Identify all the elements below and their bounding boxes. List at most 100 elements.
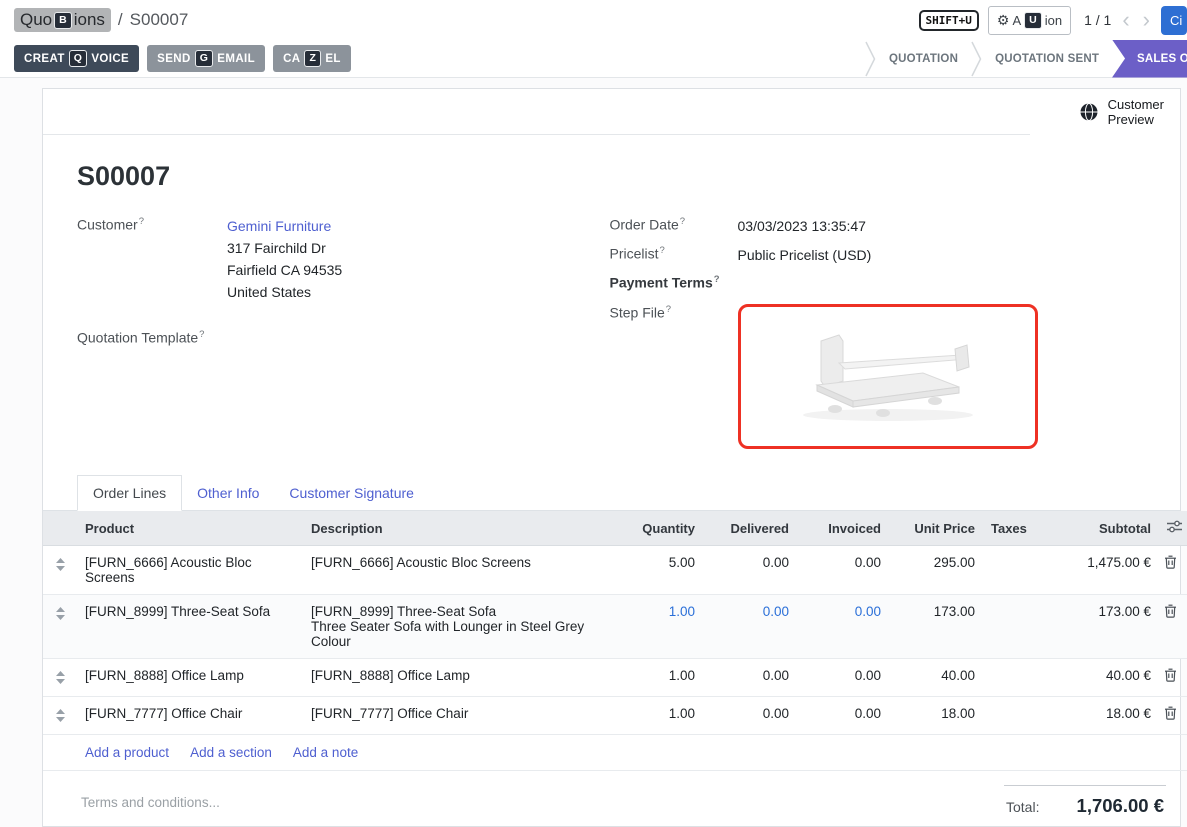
shortcut-overlay-badge: SHIFT+U: [919, 10, 979, 31]
cell-description[interactable]: [FURN_8999] Three-Seat Sofa Three Seater…: [303, 595, 611, 659]
order-date-label: Order Date?: [610, 216, 738, 233]
header-delivered: Delivered: [703, 511, 797, 546]
breadcrumb-section-text-post: ions: [74, 10, 105, 30]
cell-quantity[interactable]: 1.00: [611, 595, 703, 659]
cell-taxes[interactable]: [983, 697, 1029, 735]
payment-terms-input[interactable]: [738, 274, 878, 292]
delete-row-icon[interactable]: [1159, 659, 1187, 697]
cell-delivered[interactable]: 0.00: [703, 659, 797, 697]
customer-preview-button[interactable]: Customer Preview: [1079, 97, 1164, 127]
field-customer: Customer? Gemini Furniture 317 Fairchild…: [77, 216, 610, 303]
create-invoice-button[interactable]: CREAT Q VOICE: [14, 45, 139, 72]
status-step-sales-order[interactable]: SALES ORDER: [1112, 40, 1187, 78]
breadcrumb-record: S00007: [130, 10, 189, 30]
cell-unit-price[interactable]: 295.00: [889, 546, 983, 595]
status-step-quotation[interactable]: QUOTATION: [876, 40, 971, 78]
cell-description[interactable]: [FURN_6666] Acoustic Bloc Screens: [303, 546, 611, 595]
cell-delivered[interactable]: 0.00: [703, 697, 797, 735]
customer-address: 317 Fairchild Dr Fairfield CA 94535 Unit…: [227, 237, 342, 303]
total-value: 1,706.00 €: [1077, 795, 1164, 817]
customer-value: Gemini Furniture 317 Fairchild Dr Fairfi…: [227, 216, 342, 303]
delete-row-icon[interactable]: [1159, 546, 1187, 595]
control-panel: CREAT Q VOICE SEND G EMAIL CA Z EL QUOTA…: [0, 40, 1187, 78]
cell-delivered[interactable]: 0.00: [703, 595, 797, 659]
add-note-link[interactable]: Add a note: [293, 745, 358, 760]
cell-subtotal: 18.00 €: [1029, 697, 1159, 735]
table-footer-links: Add a product Add a section Add a note: [43, 735, 1187, 771]
header-subtotal: Subtotal: [1029, 511, 1159, 546]
quotation-template-input[interactable]: [227, 329, 367, 347]
quotation-template-label: Quotation Template?: [77, 329, 227, 346]
drag-handle-icon[interactable]: [43, 546, 77, 595]
send-email-button[interactable]: SEND G EMAIL: [147, 45, 265, 72]
header-product: Product: [77, 511, 303, 546]
cell-product[interactable]: [FURN_8888] Office Lamp: [77, 659, 303, 697]
pricelist-value[interactable]: Public Pricelist (USD): [738, 245, 872, 266]
order-date-value[interactable]: 03/03/2023 13:35:47: [738, 216, 866, 237]
cell-quantity[interactable]: 1.00: [611, 697, 703, 735]
footer-links-cell: Add a product Add a section Add a note: [77, 735, 1187, 771]
field-quotation-template: Quotation Template?: [77, 329, 610, 347]
drag-handle-icon[interactable]: [43, 595, 77, 659]
tab-order-lines[interactable]: Order Lines: [77, 475, 182, 511]
step-file-highlight-box[interactable]: [738, 304, 1038, 449]
cell-product[interactable]: [FURN_7777] Office Chair: [77, 697, 303, 735]
globe-icon: [1079, 102, 1099, 122]
cell-description[interactable]: [FURN_7777] Office Chair: [303, 697, 611, 735]
hint-badge-z: Z: [304, 50, 321, 67]
breadcrumb-quotations-link[interactable]: Quo B ions: [14, 8, 111, 32]
add-section-link[interactable]: Add a section: [190, 745, 272, 760]
drag-handle-icon[interactable]: [43, 659, 77, 697]
cell-invoiced[interactable]: 0.00: [797, 595, 889, 659]
pricelist-label-text: Pricelist: [610, 246, 659, 262]
field-step-file: Step File?: [610, 304, 1143, 449]
header-invoiced: Invoiced: [797, 511, 889, 546]
add-product-link[interactable]: Add a product: [85, 745, 169, 760]
cell-delivered[interactable]: 0.00: [703, 546, 797, 595]
cell-invoiced[interactable]: 0.00: [797, 697, 889, 735]
send-email-label-pre: SEND: [157, 53, 191, 65]
cell-invoiced[interactable]: 0.00: [797, 546, 889, 595]
tab-customer-signature[interactable]: Customer Signature: [274, 476, 429, 510]
delete-row-icon[interactable]: [1159, 595, 1187, 659]
toggle-columns-icon[interactable]: [1159, 511, 1187, 546]
pager-next-button[interactable]: ›: [1141, 9, 1152, 31]
corner-clipped-button[interactable]: Ci: [1161, 6, 1187, 35]
action-menu-button[interactable]: ⚙ A U ion: [988, 6, 1071, 35]
cell-invoiced[interactable]: 0.00: [797, 659, 889, 697]
cell-quantity[interactable]: 1.00: [611, 659, 703, 697]
customer-link[interactable]: Gemini Furniture: [227, 218, 331, 234]
address-line: Fairfield CA 94535: [227, 259, 342, 281]
cell-taxes[interactable]: [983, 595, 1029, 659]
terms-and-conditions-placeholder[interactable]: Terms and conditions...: [81, 785, 220, 827]
cell-taxes[interactable]: [983, 659, 1029, 697]
cell-subtotal: 40.00 €: [1029, 659, 1159, 697]
action-label-post: ion: [1045, 13, 1062, 28]
payment-terms-label-text: Payment Terms: [610, 275, 713, 291]
cell-product[interactable]: [FURN_6666] Acoustic Bloc Screens: [77, 546, 303, 595]
empty-cell: [43, 735, 77, 771]
help-icon: ?: [199, 329, 204, 340]
field-order-date: Order Date? 03/03/2023 13:35:47: [610, 216, 1143, 237]
cell-taxes[interactable]: [983, 546, 1029, 595]
delete-row-icon[interactable]: [1159, 697, 1187, 735]
gear-icon: ⚙: [997, 13, 1010, 27]
cell-unit-price[interactable]: 40.00: [889, 659, 983, 697]
cell-product[interactable]: [FURN_8999] Three-Seat Sofa: [77, 595, 303, 659]
pager-prev-button[interactable]: ‹: [1120, 9, 1131, 31]
customer-preview-line2: Preview: [1108, 112, 1164, 127]
status-step-quotation-sent[interactable]: QUOTATION SENT: [982, 40, 1112, 78]
tab-other-info[interactable]: Other Info: [182, 476, 274, 510]
cell-quantity[interactable]: 5.00: [611, 546, 703, 595]
drag-handle-icon[interactable]: [43, 697, 77, 735]
help-icon: ?: [666, 304, 671, 315]
cancel-label-pre: CA: [283, 53, 300, 65]
cell-description[interactable]: [FURN_8888] Office Lamp: [303, 659, 611, 697]
cell-unit-price[interactable]: 173.00: [889, 595, 983, 659]
cell-unit-price[interactable]: 18.00: [889, 697, 983, 735]
hint-badge-q: Q: [69, 50, 88, 67]
cancel-button[interactable]: CA Z EL: [273, 45, 351, 72]
total-label: Total:: [1006, 799, 1039, 815]
header-description: Description: [303, 511, 611, 546]
customer-label-text: Customer: [77, 217, 138, 233]
